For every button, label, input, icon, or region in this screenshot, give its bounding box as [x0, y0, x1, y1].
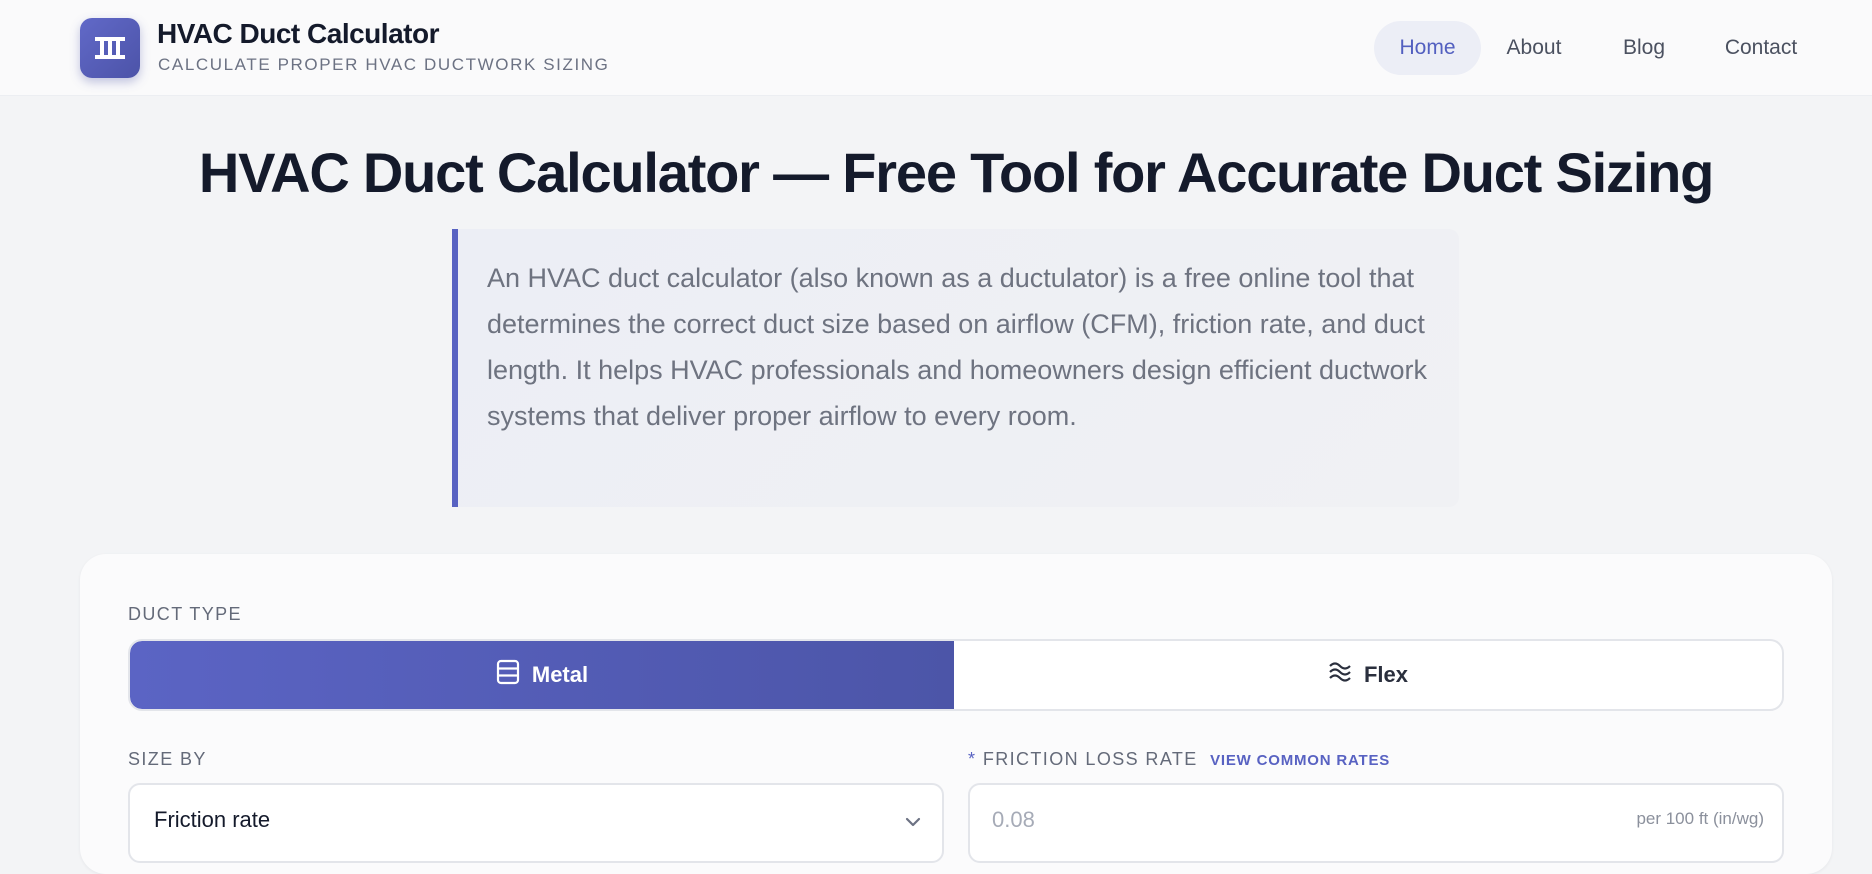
page-title: HVAC Duct Calculator — Free Tool for Acc… [198, 141, 1715, 204]
view-common-rates-link[interactable]: VIEW COMMON RATES [1210, 752, 1390, 769]
intro-callout: An HVAC duct calculator (also known as a… [452, 229, 1459, 507]
friction-loss-label: FRICTION LOSS RATE [982, 749, 1198, 769]
site-tagline: CALCULATE PROPER HVAC DUCTWORK SIZING [158, 55, 610, 74]
friction-unit-label: per 100 ft (in/wg) [1636, 809, 1764, 828]
metal-duct-label: Metal [531, 662, 589, 687]
size-by-value: Friction rate [154, 807, 271, 832]
nav-blog[interactable]: Blog [1612, 21, 1676, 75]
calculator-card: DUCT TYPE Metal Flex SIZE BY * FRICTION … [80, 554, 1832, 874]
nav-home[interactable]: Home [1374, 21, 1481, 75]
intro-text: An HVAC duct calculator (also known as a… [487, 263, 1428, 431]
size-by-select[interactable]: Friction rate [128, 783, 944, 863]
duct-type-toggle: Metal Flex [128, 639, 1784, 711]
chevron-down-icon [904, 815, 922, 833]
size-by-label: SIZE BY [128, 749, 207, 769]
required-marker: * [968, 749, 977, 769]
nav-about[interactable]: About [1494, 21, 1574, 75]
site-header: HVAC Duct Calculator CALCULATE PROPER HV… [0, 0, 1872, 96]
friction-rate-input[interactable] [992, 805, 1492, 835]
flex-duct-label: Flex [1363, 662, 1409, 687]
nav-contact[interactable]: Contact [1711, 21, 1811, 75]
flex-duct-button[interactable]: Flex [954, 641, 1782, 709]
metal-duct-button[interactable]: Metal [130, 641, 954, 709]
site-title[interactable]: HVAC Duct Calculator [157, 18, 439, 50]
metal-duct-icon [496, 659, 520, 691]
friction-rate-field: per 100 ft (in/wg) [968, 783, 1784, 863]
duct-icon[interactable] [80, 18, 140, 78]
flex-duct-icon [1328, 661, 1352, 689]
duct-type-label: DUCT TYPE [128, 604, 242, 624]
friction-label-row: * FRICTION LOSS RATE VIEW COMMON RATES [968, 749, 1390, 770]
